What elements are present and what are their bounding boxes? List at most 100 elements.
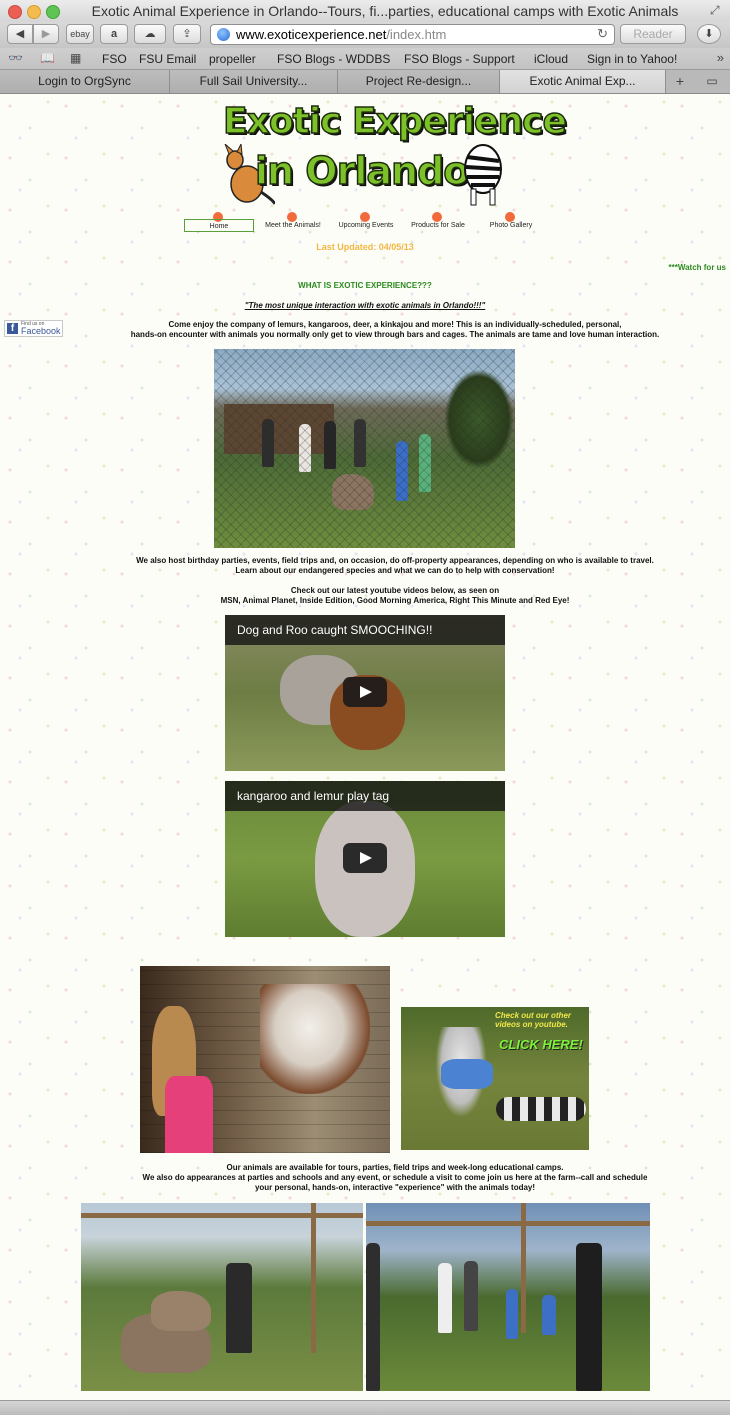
youtube-video-1[interactable]: Dog and Roo caught SMOOCHING!! xyxy=(225,615,505,771)
photo-beam xyxy=(521,1203,526,1333)
facebook-icon: f xyxy=(7,323,18,334)
petting-zoo-photo xyxy=(214,349,515,548)
browser-toolbar: ◀ ▶ ebay a ☁ ⇪ www.exoticexperience.net/… xyxy=(0,22,730,48)
photo-girl-shirt xyxy=(165,1076,213,1153)
intro-line-1: Come enjoy the company of lemurs, kangar… xyxy=(168,320,622,329)
closing-line-2: We also do appearances at parties and sc… xyxy=(142,1173,648,1182)
nav-dot-icon xyxy=(505,212,515,222)
reading-list-icon[interactable]: 👓 xyxy=(8,51,23,65)
nav-label: Meet the Animals! xyxy=(265,222,321,229)
nav-dot-icon xyxy=(432,212,442,222)
icloud-tabs-button[interactable]: ☁ xyxy=(134,24,166,44)
videos-paragraph: Check out our latest youtube videos belo… xyxy=(60,586,730,606)
downloads-button[interactable]: ⬇ xyxy=(697,24,721,44)
photo-person xyxy=(366,1243,380,1391)
more-bookmarks-icon[interactable]: » xyxy=(717,50,724,65)
forward-button[interactable]: ▶ xyxy=(33,24,59,44)
tab-project-redesign[interactable]: Project Re-design... xyxy=(338,70,500,93)
photo-child xyxy=(542,1295,556,1335)
url-path: /index.htm xyxy=(386,27,447,42)
last-updated: Last Updated: 04/05/13 xyxy=(316,242,414,252)
youtube-promo-link[interactable]: Check out our other videos on youtube. C… xyxy=(401,1007,589,1150)
events-line-2: Learn about our endangered species and w… xyxy=(235,566,555,575)
bookmarks-bar: 👓 📖 ▦ FSO FSU Email propeller FSO Blogs … xyxy=(0,48,730,70)
bookmark-fso-blogs-support[interactable]: FSO Blogs - Support xyxy=(404,52,515,66)
youtube-video-2[interactable]: kangaroo and lemur play tag xyxy=(225,781,505,937)
url-text[interactable]: www.exoticexperience.net/index.htm xyxy=(236,27,446,42)
promo-text: Check out our other videos on youtube. xyxy=(495,1011,571,1029)
nav-meet-the-animals[interactable]: Meet the Animals! xyxy=(258,212,328,234)
bookmark-icloud[interactable]: iCloud xyxy=(534,52,568,66)
bookmark-fso[interactable]: FSO xyxy=(102,52,127,66)
nav-dot-icon xyxy=(287,212,297,222)
site-logo[interactable]: Exotic Experience in Orlando xyxy=(215,99,568,207)
nav-label: Products for Sale xyxy=(411,222,465,229)
facebook-badge[interactable]: f Find us on Facebook xyxy=(4,320,63,337)
reload-icon[interactable]: ↻ xyxy=(597,26,608,42)
address-bar[interactable]: www.exoticexperience.net/index.htm ↻ xyxy=(210,24,615,45)
back-button[interactable]: ◀ xyxy=(7,24,33,44)
closing-paragraph: Our animals are available for tours, par… xyxy=(60,1163,730,1193)
facebook-label: Facebook xyxy=(21,326,61,336)
photo-lemur-tail xyxy=(496,1097,586,1121)
promo-line-2: videos on youtube. xyxy=(495,1020,568,1029)
closing-line-1: Our animals are available for tours, par… xyxy=(226,1163,564,1172)
globe-icon xyxy=(217,28,230,41)
close-window-button[interactable] xyxy=(8,5,22,19)
events-paragraph: We also host birthday parties, events, f… xyxy=(60,556,730,576)
group-visit-photo xyxy=(366,1203,650,1391)
tab-bar: Login to OrgSync Full Sail University...… xyxy=(0,70,730,94)
fullscreen-icon[interactable]: ⤢ xyxy=(710,4,722,16)
closing-line-3: your personal, hands-on, interactive "ex… xyxy=(254,1183,536,1192)
play-button-icon[interactable] xyxy=(343,677,387,707)
video-2-title[interactable]: kangaroo and lemur play tag xyxy=(237,789,389,803)
reader-button[interactable]: Reader xyxy=(620,24,686,44)
click-here-link[interactable]: CLICK HERE! xyxy=(499,1037,583,1052)
new-tab-button[interactable]: + xyxy=(668,72,692,90)
zebra-illustration xyxy=(464,144,502,206)
promo-line-1: Check out our other xyxy=(495,1011,572,1020)
bookmarks-icon[interactable]: 📖 xyxy=(40,51,55,65)
photo-person xyxy=(226,1263,252,1353)
bookmark-yahoo[interactable]: Sign in to Yahoo! xyxy=(587,52,677,66)
nav-products-for-sale[interactable]: Products for Sale xyxy=(403,212,473,234)
share-button[interactable]: ⇪ xyxy=(173,24,201,44)
tab-exotic-animal[interactable]: Exotic Animal Exp... xyxy=(500,70,666,93)
ebay-extension-button[interactable]: ebay xyxy=(66,24,94,44)
video-title-bar: kangaroo and lemur play tag xyxy=(225,781,505,811)
amazon-extension-button[interactable]: a xyxy=(100,24,128,44)
minimize-window-button[interactable] xyxy=(27,5,41,19)
tab-full-sail[interactable]: Full Sail University... xyxy=(170,70,338,93)
nav-label: Home xyxy=(184,219,254,232)
zoom-window-button[interactable] xyxy=(46,5,60,19)
videos-line-2: MSN, Animal Planet, Inside Edition, Good… xyxy=(220,596,570,605)
section-heading: WHAT IS EXOTIC EXPERIENCE??? xyxy=(298,281,432,290)
web-page: Exotic Experience in Orlando Home Meet t… xyxy=(0,94,730,1400)
photo-lemur-shirt xyxy=(441,1059,493,1089)
bookmark-fso-blogs-wddbs[interactable]: FSO Blogs - WDDBS xyxy=(277,52,390,66)
bookmark-fsu-email[interactable]: FSU Email xyxy=(139,52,196,66)
photo-person xyxy=(576,1243,602,1391)
nav-home[interactable]: Home xyxy=(184,212,254,234)
top-sites-icon[interactable]: ▦ xyxy=(70,51,81,65)
nav-upcoming-events[interactable]: Upcoming Events xyxy=(331,212,401,234)
photo-horse xyxy=(260,984,370,1094)
tab-view-button[interactable]: ▭ xyxy=(700,72,724,90)
logo-line-1: Exotic Experience xyxy=(222,100,567,143)
play-button-icon[interactable] xyxy=(343,843,387,873)
photo-beam xyxy=(81,1213,363,1218)
kangaroo-feeding-photo xyxy=(81,1203,363,1391)
video-1-title[interactable]: Dog and Roo caught SMOOCHING!! xyxy=(237,623,432,637)
window-titlebar: Exotic Animal Experience in Orlando--Tou… xyxy=(0,0,730,22)
video-title-bar: Dog and Roo caught SMOOCHING!! xyxy=(225,615,505,645)
nav-photo-gallery[interactable]: Photo Gallery xyxy=(476,212,546,234)
photo-person xyxy=(438,1263,452,1333)
photo-child xyxy=(506,1289,518,1339)
logo-line-2: in Orlando xyxy=(254,148,470,194)
main-nav: Home Meet the Animals! Upcoming Events P… xyxy=(184,212,554,234)
nav-dot-icon xyxy=(360,212,370,222)
bookmark-propeller[interactable]: propeller xyxy=(209,52,256,66)
intro-paragraph: Come enjoy the company of lemurs, kangar… xyxy=(60,320,730,340)
scrolling-announcement: ***Watch for us xyxy=(668,263,727,272)
tab-orgsync[interactable]: Login to OrgSync xyxy=(0,70,170,93)
